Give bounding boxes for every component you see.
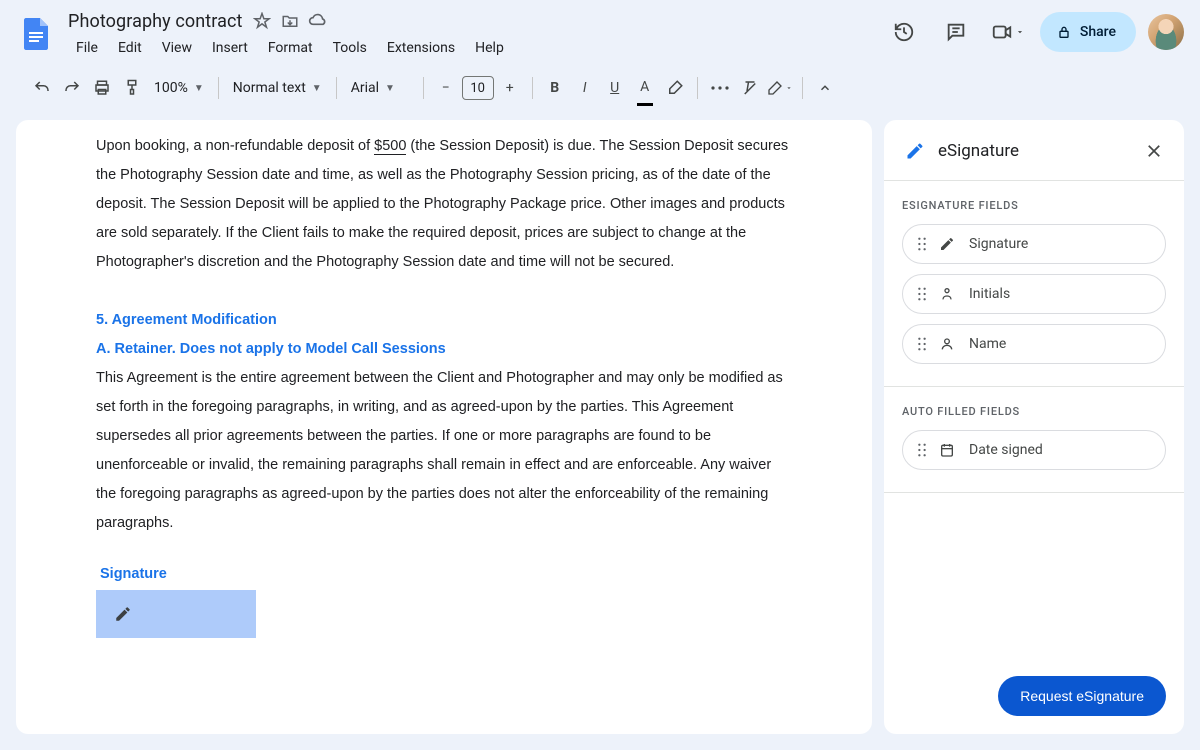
- document-title[interactable]: Photography contract: [68, 11, 243, 32]
- italic-button[interactable]: I: [571, 74, 599, 102]
- menu-insert[interactable]: Insert: [204, 36, 256, 60]
- app-header: Photography contract File Edit View Inse…: [0, 0, 1200, 60]
- history-icon[interactable]: [884, 12, 924, 52]
- signature-label: Signature: [100, 566, 792, 582]
- print-button[interactable]: [88, 74, 116, 102]
- calendar-icon: [939, 442, 957, 458]
- bold-button[interactable]: B: [541, 74, 569, 102]
- font-family-select[interactable]: Arial▼: [345, 80, 415, 96]
- more-button[interactable]: [706, 74, 734, 102]
- section-title-auto: Auto Filled Fields: [902, 405, 1166, 418]
- initials-icon: [939, 286, 957, 302]
- font-size-input[interactable]: 10: [462, 76, 494, 100]
- person-icon: [939, 336, 957, 352]
- font-size-decrease[interactable]: −: [432, 74, 460, 102]
- lock-icon: [1056, 24, 1072, 40]
- zoom-select[interactable]: 100%▼: [148, 80, 210, 96]
- docs-logo-icon[interactable]: [16, 14, 56, 54]
- request-esignature-button[interactable]: Request eSignature: [998, 676, 1166, 716]
- font-size-increase[interactable]: +: [496, 74, 524, 102]
- pen-icon: [939, 236, 957, 252]
- drag-handle-icon: [917, 337, 927, 351]
- drag-handle-icon: [917, 237, 927, 251]
- star-icon[interactable]: [253, 12, 271, 30]
- paragraph[interactable]: Upon booking, a non-refundable deposit o…: [96, 132, 792, 277]
- heading-5[interactable]: 5. Agreement Modification: [96, 306, 792, 335]
- close-icon[interactable]: [1144, 141, 1164, 161]
- menu-edit[interactable]: Edit: [110, 36, 150, 60]
- underline-button[interactable]: U: [601, 74, 629, 102]
- share-button[interactable]: Share: [1040, 12, 1136, 52]
- pen-icon: [114, 605, 132, 623]
- document-page[interactable]: Upon booking, a non-refundable deposit o…: [16, 120, 872, 734]
- panel-title: eSignature: [938, 141, 1132, 161]
- collapse-toolbar-icon[interactable]: [811, 74, 839, 102]
- clear-formatting-icon[interactable]: [736, 74, 764, 102]
- field-date-signed[interactable]: Date signed: [902, 430, 1166, 470]
- section-title-esig: eSignature Fields: [902, 199, 1166, 212]
- meet-icon[interactable]: [988, 12, 1028, 52]
- menu-extensions[interactable]: Extensions: [379, 36, 463, 60]
- drag-handle-icon: [917, 287, 927, 301]
- menu-tools[interactable]: Tools: [325, 36, 375, 60]
- field-name[interactable]: Name: [902, 324, 1166, 364]
- menu-format[interactable]: Format: [260, 36, 321, 60]
- redo-button[interactable]: [58, 74, 86, 102]
- paragraph-style-select[interactable]: Normal text▼: [227, 80, 328, 96]
- menu-help[interactable]: Help: [467, 36, 512, 60]
- menu-file[interactable]: File: [68, 36, 106, 60]
- signature-field-placeholder[interactable]: [96, 590, 256, 638]
- paragraph[interactable]: This Agreement is the entire agreement b…: [96, 364, 792, 538]
- text-color-button[interactable]: A: [631, 74, 659, 102]
- menu-view[interactable]: View: [154, 36, 200, 60]
- esignature-panel: eSignature eSignature Fields Signature I…: [884, 120, 1184, 734]
- move-icon[interactable]: [281, 12, 299, 30]
- undo-button[interactable]: [28, 74, 56, 102]
- avatar[interactable]: [1148, 14, 1184, 50]
- highlight-button[interactable]: [661, 74, 689, 102]
- menu-bar: File Edit View Insert Format Tools Exten…: [68, 36, 872, 60]
- pen-icon: [904, 140, 926, 162]
- pen-dropdown-button[interactable]: [766, 74, 794, 102]
- heading-5a[interactable]: A. Retainer. Does not apply to Model Cal…: [96, 335, 792, 364]
- paint-format-button[interactable]: [118, 74, 146, 102]
- drag-handle-icon: [917, 443, 927, 457]
- field-initials[interactable]: Initials: [902, 274, 1166, 314]
- cloud-status-icon[interactable]: [309, 12, 327, 30]
- toolbar: 100%▼ Normal text▼ Arial▼ − 10 + B I U A: [16, 68, 1184, 108]
- comments-icon[interactable]: [936, 12, 976, 52]
- field-signature[interactable]: Signature: [902, 224, 1166, 264]
